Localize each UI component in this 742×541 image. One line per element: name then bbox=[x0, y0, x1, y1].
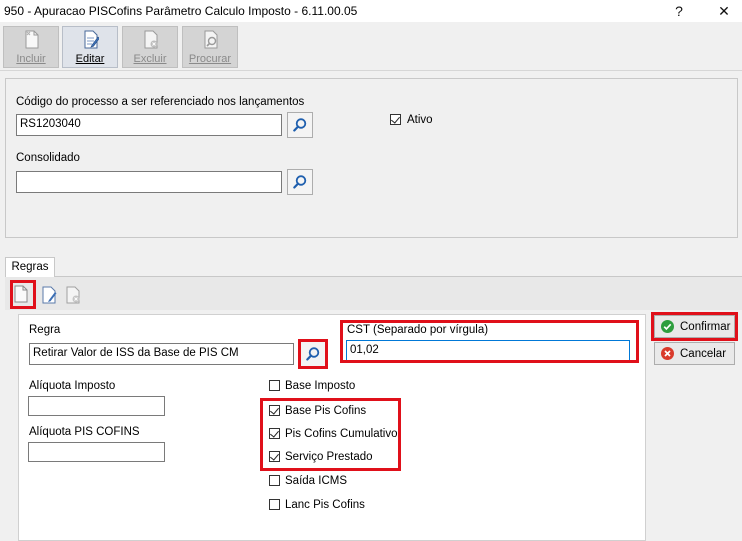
lanc-pis-cofins-checkbox[interactable] bbox=[269, 499, 280, 510]
cst-highlight bbox=[340, 320, 639, 363]
cancelar-label: Cancelar bbox=[680, 347, 727, 360]
search-document-icon bbox=[204, 30, 218, 49]
close-button[interactable]: ✕ bbox=[712, 2, 736, 20]
base-imposto-label: Base Imposto bbox=[285, 380, 356, 392]
base-imposto-checkbox[interactable] bbox=[269, 380, 280, 391]
edit-document-icon bbox=[42, 286, 57, 304]
ativo-label: Ativo bbox=[407, 114, 433, 126]
consolidado-label: Consolidado bbox=[16, 152, 80, 164]
codigo-input[interactable]: RS1203040 bbox=[16, 114, 282, 136]
edit-document-icon bbox=[84, 30, 99, 49]
consolidado-lookup-button[interactable] bbox=[287, 169, 313, 195]
editar-button[interactable]: Editar bbox=[62, 26, 118, 68]
saida-icms-checkbox[interactable] bbox=[269, 475, 280, 486]
codigo-lookup-button[interactable] bbox=[287, 112, 313, 138]
tab-regras[interactable]: Regras bbox=[5, 257, 55, 277]
ativo-checkbox[interactable] bbox=[390, 114, 401, 125]
cancelar-button[interactable]: Cancelar bbox=[654, 342, 735, 365]
new-document-icon bbox=[25, 30, 39, 49]
cancel-circle-icon bbox=[661, 347, 674, 360]
procurar-label: Procurar bbox=[188, 53, 232, 65]
lanc-pis-cofins-label: Lanc Pis Cofins bbox=[285, 499, 365, 511]
delete-document-icon bbox=[66, 286, 80, 304]
consolidado-input[interactable] bbox=[16, 171, 282, 193]
confirmar-highlight bbox=[651, 312, 738, 341]
search-icon bbox=[293, 175, 307, 189]
regra-label: Regra bbox=[29, 324, 61, 336]
checks-highlight bbox=[260, 398, 401, 471]
window-title: 950 - Apuracao PISCofins Parâmetro Calcu… bbox=[4, 4, 358, 18]
rules-toolbar bbox=[5, 277, 742, 310]
delete-document-icon bbox=[144, 30, 158, 49]
excluir-button[interactable]: Excluir bbox=[122, 26, 178, 68]
editar-label: Editar bbox=[75, 53, 105, 65]
delete-rule-button[interactable] bbox=[65, 285, 83, 305]
add-rule-highlight bbox=[10, 280, 36, 309]
help-button[interactable]: ? bbox=[667, 2, 691, 20]
incluir-button[interactable]: Incluir bbox=[3, 26, 59, 68]
aliquota-pis-label: Alíquota PIS COFINS bbox=[29, 426, 140, 438]
edit-rule-button[interactable] bbox=[41, 285, 59, 305]
saida-icms-label: Saída ICMS bbox=[285, 475, 347, 487]
excluir-label: Excluir bbox=[133, 53, 167, 65]
search-icon bbox=[293, 118, 307, 132]
procurar-button[interactable]: Procurar bbox=[182, 26, 238, 68]
regra-lookup-highlight bbox=[298, 339, 328, 369]
codigo-label: Código do processo a ser referenciado no… bbox=[16, 96, 305, 108]
regra-input[interactable]: Retirar Valor de ISS da Base de PIS CM bbox=[29, 343, 294, 365]
aliquota-imposto-label: Alíquota Imposto bbox=[29, 380, 116, 392]
aliquota-imposto-input[interactable] bbox=[28, 396, 165, 416]
aliquota-pis-input[interactable] bbox=[28, 442, 165, 462]
incluir-label: Incluir bbox=[16, 53, 46, 65]
